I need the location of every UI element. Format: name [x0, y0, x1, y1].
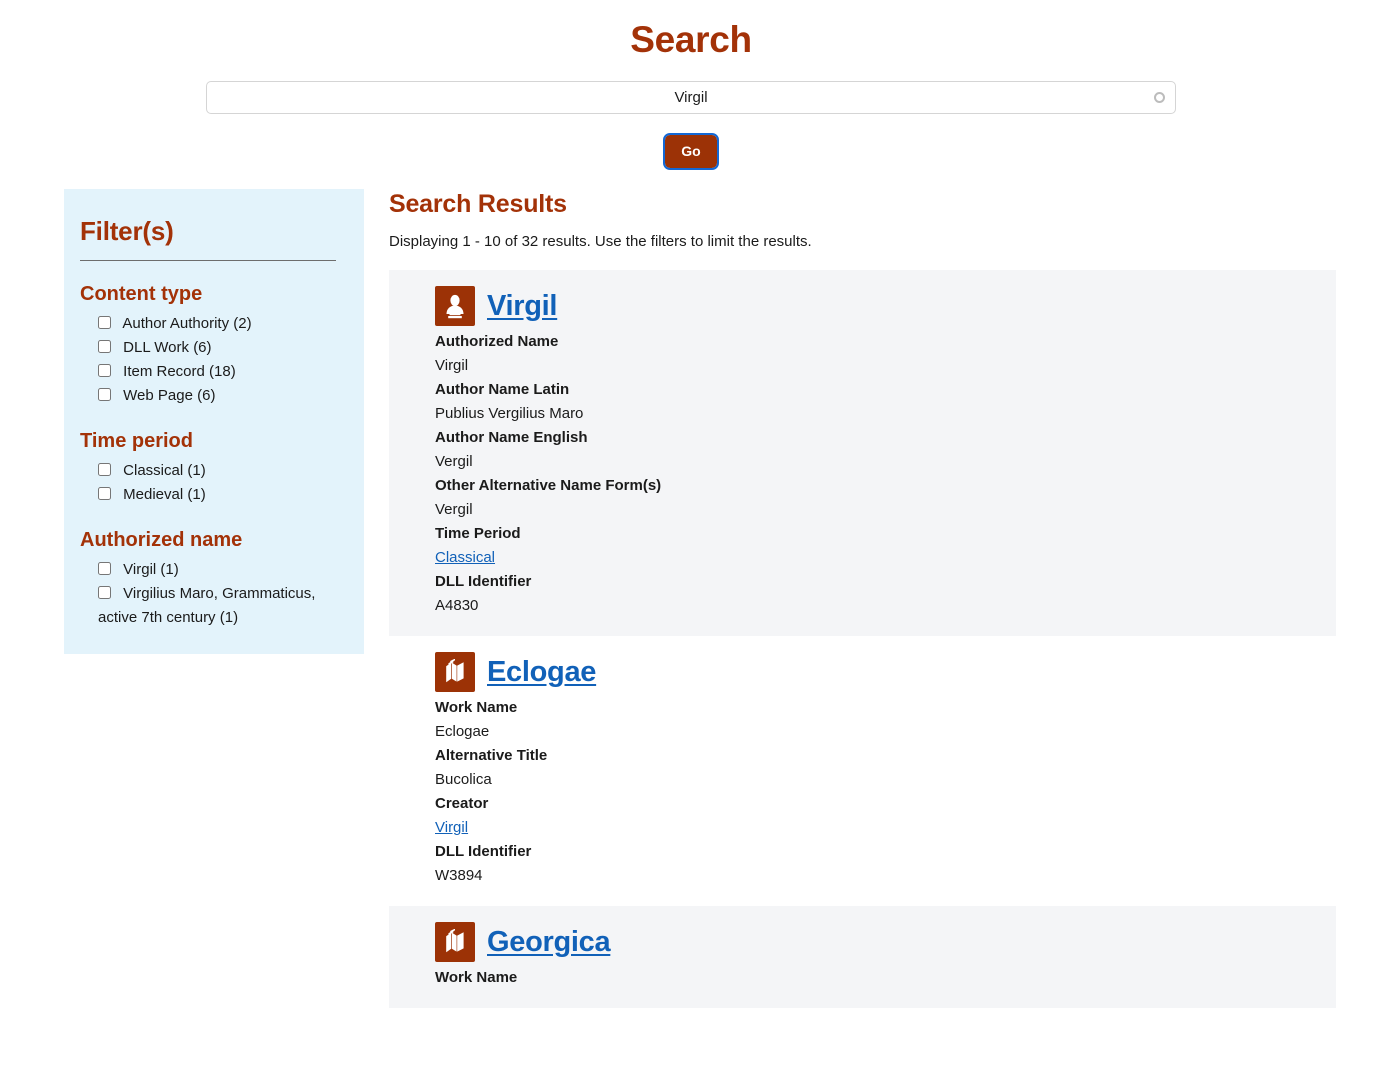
- field-value: Virgil: [435, 357, 469, 374]
- facet-item-author-authority[interactable]: Author Authority (2): [98, 312, 342, 336]
- books-icon: [435, 922, 475, 962]
- result-list: Virgil Authorized Name Virgil Author Nam…: [389, 270, 1336, 1008]
- author-bust-icon: [435, 286, 475, 326]
- facet-label[interactable]: Web Page (6): [98, 387, 215, 404]
- facet-label[interactable]: Medieval (1): [98, 486, 206, 503]
- facet-item-item-record[interactable]: Item Record (18): [98, 360, 342, 384]
- facet-item-virgil[interactable]: Virgil (1): [98, 558, 342, 582]
- facet-item-text: DLL Work (6): [123, 339, 212, 356]
- facet-item-medieval[interactable]: Medieval (1): [98, 483, 342, 507]
- field-label: Creator: [435, 795, 489, 812]
- search-input-row: [0, 81, 1382, 114]
- filters-sidebar: Filter(s) Content type Author Authority …: [64, 189, 364, 654]
- search-results-column: Search Results Displaying 1 - 10 of 32 r…: [389, 189, 1382, 1008]
- field-label: Alternative Title: [435, 747, 548, 764]
- page-content: Filter(s) Content type Author Authority …: [0, 189, 1382, 1008]
- result-title-link[interactable]: Virgil: [487, 289, 558, 323]
- time-period-link[interactable]: Classical: [435, 549, 495, 566]
- creator-link[interactable]: Virgil: [435, 819, 468, 836]
- field-label: Author Name Latin: [435, 381, 570, 398]
- field-label: DLL Identifier: [435, 573, 532, 590]
- field-value: Bucolica: [435, 771, 492, 788]
- facet-group-title: Authorized name: [80, 529, 243, 551]
- facet-label[interactable]: Author Authority (2): [98, 315, 252, 332]
- facet-checkbox[interactable]: [98, 562, 111, 575]
- field-value: Vergil: [435, 453, 473, 470]
- facet-item-text: Item Record (18): [123, 363, 236, 380]
- field-label: Work Name: [435, 699, 518, 716]
- go-button[interactable]: Go: [663, 133, 719, 170]
- facet-checkbox[interactable]: [98, 388, 111, 401]
- search-area: Go: [0, 81, 1382, 170]
- search-input[interactable]: [206, 81, 1176, 114]
- facet-group-time-period: Time period Classical (1) Medieval (1): [80, 429, 342, 507]
- facet-label[interactable]: Virgilius Maro, Grammaticus, active 7th …: [98, 585, 315, 626]
- facet-checkbox[interactable]: [98, 463, 111, 476]
- facet-item-text: Web Page (6): [123, 387, 216, 404]
- facet-item-text: Virgil (1): [123, 561, 179, 578]
- facet-list: Virgil (1) Virgilius Maro, Grammaticus, …: [80, 558, 342, 630]
- result-header: Eclogae: [435, 652, 1318, 692]
- field-label: DLL Identifier: [435, 843, 532, 860]
- search-results-heading: Search Results: [389, 190, 567, 218]
- field-label: Author Name English: [435, 429, 588, 446]
- facet-item-text: Medieval (1): [123, 486, 206, 503]
- field-value-link-wrapper: Classical: [435, 546, 1318, 570]
- facet-list: Classical (1) Medieval (1): [80, 459, 342, 507]
- facet-item-classical[interactable]: Classical (1): [98, 459, 342, 483]
- facet-label[interactable]: Virgil (1): [98, 561, 179, 578]
- field-label: Work Name: [435, 969, 518, 986]
- facet-item-web-page[interactable]: Web Page (6): [98, 384, 342, 408]
- facet-item-text: Author Authority (2): [122, 315, 252, 332]
- result-card: Georgica Work Name: [389, 906, 1336, 1008]
- field-value: Vergil: [435, 501, 473, 518]
- facet-item-text: Classical (1): [123, 462, 206, 479]
- facet-label[interactable]: DLL Work (6): [98, 339, 212, 356]
- field-value: A4830: [435, 597, 479, 614]
- filters-heading: Filter(s): [80, 216, 174, 246]
- search-input-wrapper: [206, 81, 1176, 114]
- facet-checkbox[interactable]: [98, 340, 111, 353]
- facet-list: Author Authority (2) DLL Work (6) Item R…: [80, 312, 342, 408]
- filters-divider: [80, 260, 336, 261]
- facet-item-text: Virgilius Maro, Grammaticus, active 7th …: [98, 585, 316, 626]
- facet-group-title: Time period: [80, 430, 193, 452]
- facet-checkbox[interactable]: [98, 586, 111, 599]
- result-card: Virgil Authorized Name Virgil Author Nam…: [389, 270, 1336, 636]
- result-header: Georgica: [435, 922, 1318, 962]
- field-label: Other Alternative Name Form(s): [435, 477, 662, 494]
- result-header: Virgil: [435, 286, 1318, 326]
- facet-label[interactable]: Classical (1): [98, 462, 206, 479]
- facet-group-content-type: Content type Author Authority (2) DLL Wo…: [80, 282, 342, 408]
- field-value: W3894: [435, 867, 483, 884]
- facet-group-title: Content type: [80, 283, 203, 305]
- facet-checkbox[interactable]: [98, 316, 111, 329]
- field-label: Authorized Name: [435, 333, 559, 350]
- field-label: Time Period: [435, 525, 521, 542]
- result-title-link[interactable]: Georgica: [487, 925, 611, 959]
- books-icon: [435, 652, 475, 692]
- facet-item-dll-work[interactable]: DLL Work (6): [98, 336, 342, 360]
- search-submit-row: Go: [0, 133, 1382, 170]
- field-value-link-wrapper: Virgil: [435, 816, 1318, 840]
- page-title: Search: [630, 19, 752, 60]
- facet-checkbox[interactable]: [98, 487, 111, 500]
- results-summary: Displaying 1 - 10 of 32 results. Use the…: [389, 233, 812, 250]
- facet-checkbox[interactable]: [98, 364, 111, 377]
- field-value: Publius Vergilius Maro: [435, 405, 584, 422]
- result-card: Eclogae Work Name Eclogae Alternative Ti…: [389, 636, 1336, 906]
- facet-label[interactable]: Item Record (18): [98, 363, 236, 380]
- field-value: Eclogae: [435, 723, 490, 740]
- result-title-link[interactable]: Eclogae: [487, 655, 596, 689]
- facet-group-authorized-name: Authorized name Virgil (1) Virgilius Mar…: [80, 528, 342, 630]
- facet-item-virgilius-maro[interactable]: Virgilius Maro, Grammaticus, active 7th …: [98, 582, 342, 630]
